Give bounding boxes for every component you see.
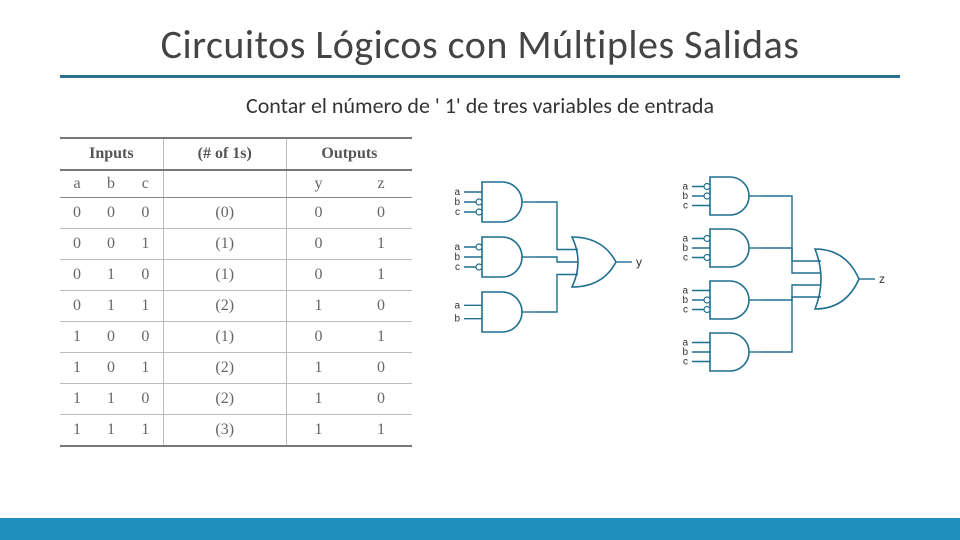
table-row: 001(1)01 <box>60 229 412 260</box>
cell-b: 0 <box>94 229 128 260</box>
cell-z: 0 <box>350 291 412 322</box>
table-row: 000(0)00 <box>60 198 412 229</box>
truth-table: Inputs (# of 1s) Outputs a b c y z 000(0… <box>60 137 412 447</box>
cell-z: 0 <box>350 353 412 384</box>
cell-c: 1 <box>128 415 163 447</box>
cell-a: 1 <box>60 322 94 353</box>
cell-c: 0 <box>128 322 163 353</box>
sub-y: y <box>286 170 350 198</box>
cell-b: 1 <box>94 384 128 415</box>
cell-a: 1 <box>60 353 94 384</box>
table-row: 010(1)01 <box>60 260 412 291</box>
table-row: 110(2)10 <box>60 384 412 415</box>
svg-text:c: c <box>683 305 688 316</box>
cell-y: 0 <box>286 229 350 260</box>
cell-b: 0 <box>94 198 128 229</box>
sub-b: b <box>94 170 128 198</box>
table-row: 011(2)10 <box>60 291 412 322</box>
cell-n: (2) <box>163 291 286 322</box>
cell-n: (0) <box>163 198 286 229</box>
svg-text:c: c <box>683 253 688 264</box>
cell-b: 1 <box>94 415 128 447</box>
circuit-y: abcabcaby <box>442 167 652 367</box>
slide-subtitle: Contar el número de ' 1' de tres variabl… <box>60 92 900 119</box>
cell-z: 0 <box>350 384 412 415</box>
cell-b: 0 <box>94 353 128 384</box>
cell-z: 1 <box>350 322 412 353</box>
table-row: 101(2)10 <box>60 353 412 384</box>
title-rule <box>60 75 900 78</box>
col-inputs: Inputs <box>60 138 163 170</box>
cell-y: 1 <box>286 384 350 415</box>
svg-text:c: c <box>455 207 460 218</box>
svg-text:z: z <box>879 272 885 286</box>
cell-n: (1) <box>163 322 286 353</box>
cell-n: (1) <box>163 260 286 291</box>
cell-c: 1 <box>128 353 163 384</box>
cell-z: 1 <box>350 260 412 291</box>
cell-b: 0 <box>94 322 128 353</box>
cell-z: 0 <box>350 198 412 229</box>
cell-c: 1 <box>128 291 163 322</box>
cell-c: 0 <box>128 198 163 229</box>
slide-title: Circuitos Lógicos con Múltiples Salidas <box>60 20 900 69</box>
circuit-z: abcabcabcabcz <box>670 167 900 397</box>
table-row: 100(1)01 <box>60 322 412 353</box>
cell-a: 0 <box>60 229 94 260</box>
svg-text:y: y <box>636 255 642 269</box>
cell-n: (2) <box>163 384 286 415</box>
cell-n: (1) <box>163 229 286 260</box>
col-count: (# of 1s) <box>163 138 286 170</box>
cell-a: 0 <box>60 198 94 229</box>
col-outputs: Outputs <box>286 138 412 170</box>
cell-y: 1 <box>286 353 350 384</box>
svg-text:a: a <box>454 300 460 311</box>
cell-a: 0 <box>60 291 94 322</box>
cell-b: 1 <box>94 291 128 322</box>
cell-y: 1 <box>286 291 350 322</box>
cell-a: 0 <box>60 260 94 291</box>
svg-text:c: c <box>683 201 688 212</box>
sub-a: a <box>60 170 94 198</box>
cell-a: 1 <box>60 415 94 447</box>
sub-z: z <box>350 170 412 198</box>
cell-c: 0 <box>128 384 163 415</box>
cell-z: 1 <box>350 229 412 260</box>
cell-n: (2) <box>163 353 286 384</box>
cell-z: 1 <box>350 415 412 447</box>
svg-text:c: c <box>455 262 460 273</box>
cell-y: 0 <box>286 198 350 229</box>
table-row: 111(3)11 <box>60 415 412 447</box>
cell-y: 0 <box>286 260 350 291</box>
cell-a: 1 <box>60 384 94 415</box>
svg-text:b: b <box>454 314 460 325</box>
svg-text:c: c <box>683 357 688 368</box>
cell-c: 0 <box>128 260 163 291</box>
cell-n: (3) <box>163 415 286 447</box>
cell-y: 0 <box>286 322 350 353</box>
cell-c: 1 <box>128 229 163 260</box>
sub-c: c <box>128 170 163 198</box>
sub-blank <box>163 170 286 198</box>
cell-b: 1 <box>94 260 128 291</box>
cell-y: 1 <box>286 415 350 447</box>
footer-bar <box>0 518 960 540</box>
